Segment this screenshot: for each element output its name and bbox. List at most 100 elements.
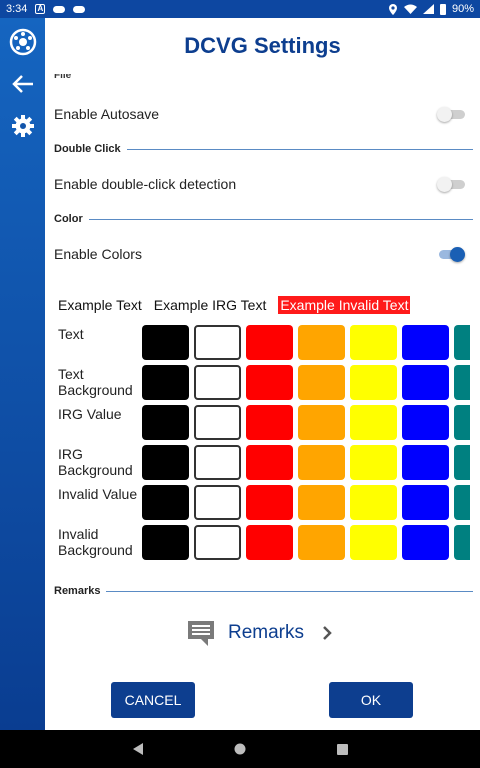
color-swatch[interactable] bbox=[194, 445, 241, 480]
settings-gear-icon[interactable] bbox=[0, 106, 45, 146]
color-swatch[interactable] bbox=[246, 325, 293, 360]
double-click-label: Enable double-click detection bbox=[54, 176, 237, 192]
color-swatch[interactable] bbox=[298, 365, 345, 400]
color-swatch[interactable] bbox=[142, 525, 189, 560]
color-swatch[interactable] bbox=[454, 405, 470, 440]
comment-icon bbox=[188, 621, 214, 646]
example-text: Example Text bbox=[58, 297, 142, 313]
color-swatch[interactable] bbox=[454, 485, 470, 520]
status-time: 3:34 bbox=[6, 3, 28, 15]
color-row-label: Invalid Value bbox=[58, 486, 138, 502]
color-section-title: Color bbox=[54, 213, 83, 225]
file-section-title: File bbox=[54, 74, 72, 81]
color-swatch[interactable] bbox=[350, 445, 397, 480]
color-swatch[interactable] bbox=[454, 325, 470, 360]
color-swatch[interactable] bbox=[194, 405, 241, 440]
color-section-header: Color bbox=[54, 212, 473, 226]
color-swatch[interactable] bbox=[350, 405, 397, 440]
color-row-label: Text bbox=[58, 326, 84, 342]
color-swatch[interactable] bbox=[246, 485, 293, 520]
color-swatch[interactable] bbox=[194, 525, 241, 560]
color-row: IRG Value bbox=[54, 402, 470, 442]
color-swatch[interactable] bbox=[298, 405, 345, 440]
remarks-section-header: Remarks bbox=[54, 584, 473, 598]
color-swatch[interactable] bbox=[298, 325, 345, 360]
color-row-label: IRG Background bbox=[58, 446, 133, 478]
nav-back-icon[interactable] bbox=[118, 730, 158, 768]
autosave-row[interactable]: Enable Autosave bbox=[54, 94, 469, 134]
left-navigation-rail bbox=[0, 18, 45, 730]
color-swatch[interactable] bbox=[194, 485, 241, 520]
color-swatch[interactable] bbox=[298, 445, 345, 480]
color-swatch[interactable] bbox=[402, 365, 449, 400]
color-row-label: Invalid Background bbox=[58, 526, 133, 558]
app-logo-icon[interactable] bbox=[0, 22, 45, 62]
color-swatch[interactable] bbox=[402, 525, 449, 560]
system-navigation-bar bbox=[0, 730, 480, 768]
color-examples: Example Text Example IRG Text Example In… bbox=[58, 296, 411, 314]
color-swatch[interactable] bbox=[142, 405, 189, 440]
enable-colors-label: Enable Colors bbox=[54, 246, 142, 262]
color-swatch[interactable] bbox=[246, 525, 293, 560]
wifi-icon bbox=[403, 4, 417, 14]
cloud-icon-2 bbox=[73, 5, 86, 13]
color-swatch[interactable] bbox=[246, 405, 293, 440]
color-swatch[interactable] bbox=[350, 325, 397, 360]
signal-icon bbox=[422, 4, 434, 14]
notification-a-icon: A bbox=[35, 4, 46, 14]
chevron-right-icon bbox=[323, 626, 332, 640]
cloud-icon bbox=[53, 5, 66, 13]
section-divider bbox=[126, 148, 473, 150]
status-bar: 3:34 A 90% bbox=[0, 0, 480, 18]
ok-button[interactable]: OK bbox=[329, 682, 413, 718]
double-click-section-header: Double Click bbox=[54, 142, 473, 156]
remarks-link[interactable]: Remarks bbox=[186, 618, 332, 648]
example-irg-text: Example IRG Text bbox=[153, 297, 267, 313]
color-swatch[interactable] bbox=[350, 485, 397, 520]
color-swatch[interactable] bbox=[194, 325, 241, 360]
battery-icon bbox=[439, 3, 446, 15]
color-row-label: IRG Value bbox=[58, 406, 122, 422]
double-click-toggle[interactable] bbox=[437, 174, 467, 194]
remarks-link-label: Remarks bbox=[228, 622, 305, 643]
color-swatch[interactable] bbox=[454, 445, 470, 480]
autosave-label: Enable Autosave bbox=[54, 106, 160, 122]
enable-colors-toggle[interactable] bbox=[437, 244, 467, 264]
page-title: DCVG Settings bbox=[184, 33, 341, 58]
double-click-row[interactable]: Enable double-click detection bbox=[54, 164, 469, 204]
color-picker-grid: Text Text Background IRG Value IRG Backgrou… bbox=[54, 322, 470, 566]
color-swatch[interactable] bbox=[454, 365, 470, 400]
color-row-label: Text Background bbox=[58, 366, 133, 398]
color-swatch[interactable] bbox=[142, 325, 189, 360]
color-swatch[interactable] bbox=[298, 485, 345, 520]
color-swatch[interactable] bbox=[142, 445, 189, 480]
nav-home-icon[interactable] bbox=[220, 730, 260, 768]
color-swatch[interactable] bbox=[298, 525, 345, 560]
color-swatch[interactable] bbox=[402, 325, 449, 360]
section-divider bbox=[88, 218, 473, 220]
cancel-button[interactable]: CANCEL bbox=[111, 682, 195, 718]
battery-percent: 90% bbox=[451, 3, 474, 15]
color-swatch[interactable] bbox=[246, 445, 293, 480]
color-swatch[interactable] bbox=[454, 525, 470, 560]
enable-colors-row[interactable]: Enable Colors bbox=[54, 234, 469, 274]
color-swatch[interactable] bbox=[402, 445, 449, 480]
location-icon bbox=[388, 3, 397, 15]
color-row: Text Background bbox=[54, 362, 470, 402]
color-row: IRG Background bbox=[54, 442, 470, 482]
example-invalid-text: Example Invalid Text bbox=[278, 296, 411, 314]
color-swatch[interactable] bbox=[402, 485, 449, 520]
section-divider bbox=[106, 590, 473, 592]
color-swatch[interactable] bbox=[246, 365, 293, 400]
nav-recents-icon[interactable] bbox=[322, 730, 362, 768]
back-arrow-icon[interactable] bbox=[0, 64, 45, 104]
color-swatch[interactable] bbox=[194, 365, 241, 400]
color-swatch[interactable] bbox=[142, 365, 189, 400]
color-swatch[interactable] bbox=[402, 405, 449, 440]
color-swatch[interactable] bbox=[142, 485, 189, 520]
color-swatch[interactable] bbox=[350, 365, 397, 400]
color-swatch[interactable] bbox=[350, 525, 397, 560]
color-row: Text bbox=[54, 322, 470, 362]
autosave-toggle[interactable] bbox=[437, 104, 467, 124]
color-row: Invalid Value bbox=[54, 482, 470, 522]
